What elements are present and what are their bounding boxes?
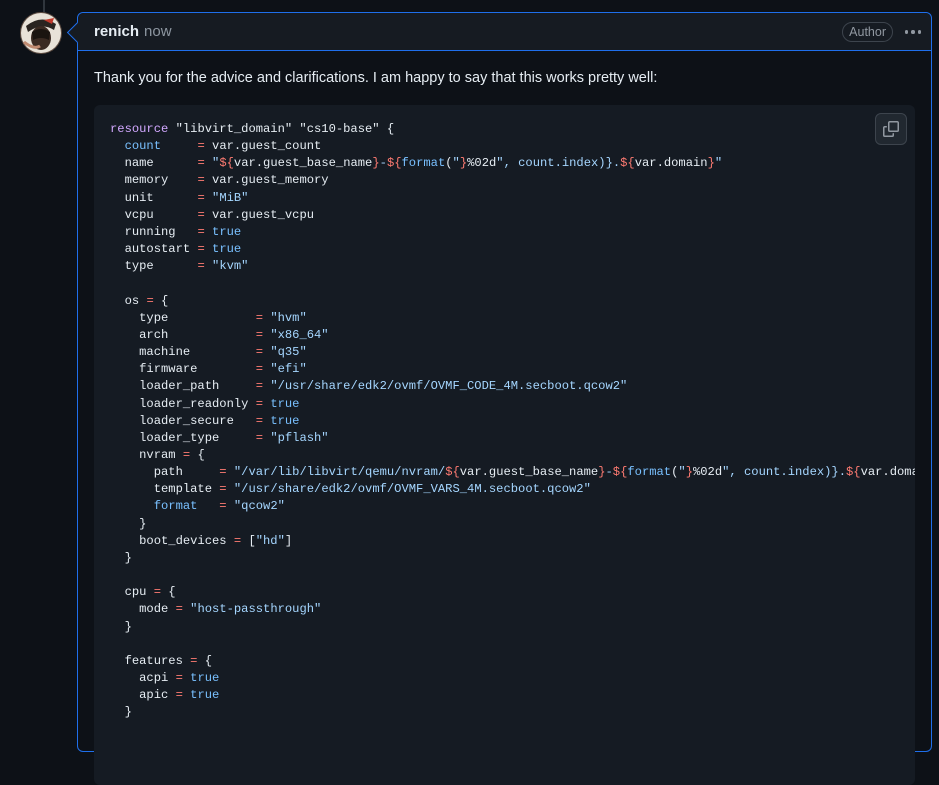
comment-body: Thank you for the advice and clarificati… — [78, 51, 931, 785]
code-line: cpu = { — [110, 585, 176, 600]
code-line: nvram = { — [110, 447, 205, 462]
code-line: acpi = true — [110, 671, 220, 685]
code-line: count = var.guest_count — [124, 139, 322, 154]
code-line: loader_path = "/usr/share/edk2/ovmf/OVMF… — [110, 379, 628, 394]
code-line: name = "${var.guest_base_name}-${format(… — [110, 156, 723, 171]
copy-button[interactable] — [875, 113, 907, 145]
code-line: arch = "x86_64" — [110, 327, 329, 342]
avatar[interactable] — [20, 12, 62, 54]
code-line: path = "/var/lib/libvirt/qemu/nvram/${va… — [110, 465, 915, 480]
avatar-image — [20, 12, 62, 54]
code-line: loader_secure = true — [110, 413, 300, 428]
code-line: format = "qcow2" — [153, 499, 285, 514]
author-name[interactable]: renich — [94, 23, 139, 40]
code-line: memory = var.guest_memory — [110, 173, 329, 188]
timeline-line — [43, 0, 45, 12]
code-line: mode = "host-passthrough" — [110, 602, 322, 617]
code-line: unit = "MiB" — [110, 190, 249, 205]
code-line: loader_type = "pflash" — [110, 430, 329, 445]
code-content[interactable]: resource "libvirt_domain" "cs10-base" { … — [94, 105, 915, 721]
code-line: type = "kvm" — [110, 259, 249, 274]
code-line: boot_devices = ["hd"] — [110, 533, 293, 548]
code-line: template = "/usr/share/edk2/ovmf/OVMF_VA… — [110, 482, 591, 497]
copy-icon — [883, 121, 899, 137]
code-block: resource "libvirt_domain" "cs10-base" { … — [94, 105, 915, 785]
comment-card: renich now Author Thank you for the advi… — [77, 12, 932, 785]
code-line: apic = true — [110, 688, 220, 703]
code-line: } — [110, 619, 132, 634]
code-line: autostart = true — [110, 242, 242, 257]
code-line: } — [110, 550, 132, 565]
code-line: vcpu = var.guest_vcpu — [110, 207, 315, 222]
code-line: running = true — [110, 224, 242, 239]
code-line: loader_readonly = true — [110, 396, 300, 411]
code-line: type = "hvm" — [110, 310, 307, 325]
comment-header: renich now Author — [78, 13, 931, 51]
kebab-horizontal-icon[interactable] — [903, 22, 923, 42]
code-line: os = { — [110, 293, 169, 308]
code-line: } — [110, 705, 132, 720]
code-line: resource "libvirt_domain" "cs10-base" { — [110, 122, 395, 136]
code-line: machine = "q35" — [110, 345, 307, 360]
code-line: } — [110, 516, 147, 531]
author-badge: Author — [842, 22, 893, 42]
code-line: features = { — [110, 653, 213, 668]
comment-timestamp[interactable]: now — [144, 23, 172, 40]
comment-text: Thank you for the advice and clarificati… — [94, 70, 658, 86]
code-lines: resource "libvirt_domain" "cs10-base" { … — [110, 121, 915, 721]
code-line: firmware = "efi" — [110, 362, 307, 377]
